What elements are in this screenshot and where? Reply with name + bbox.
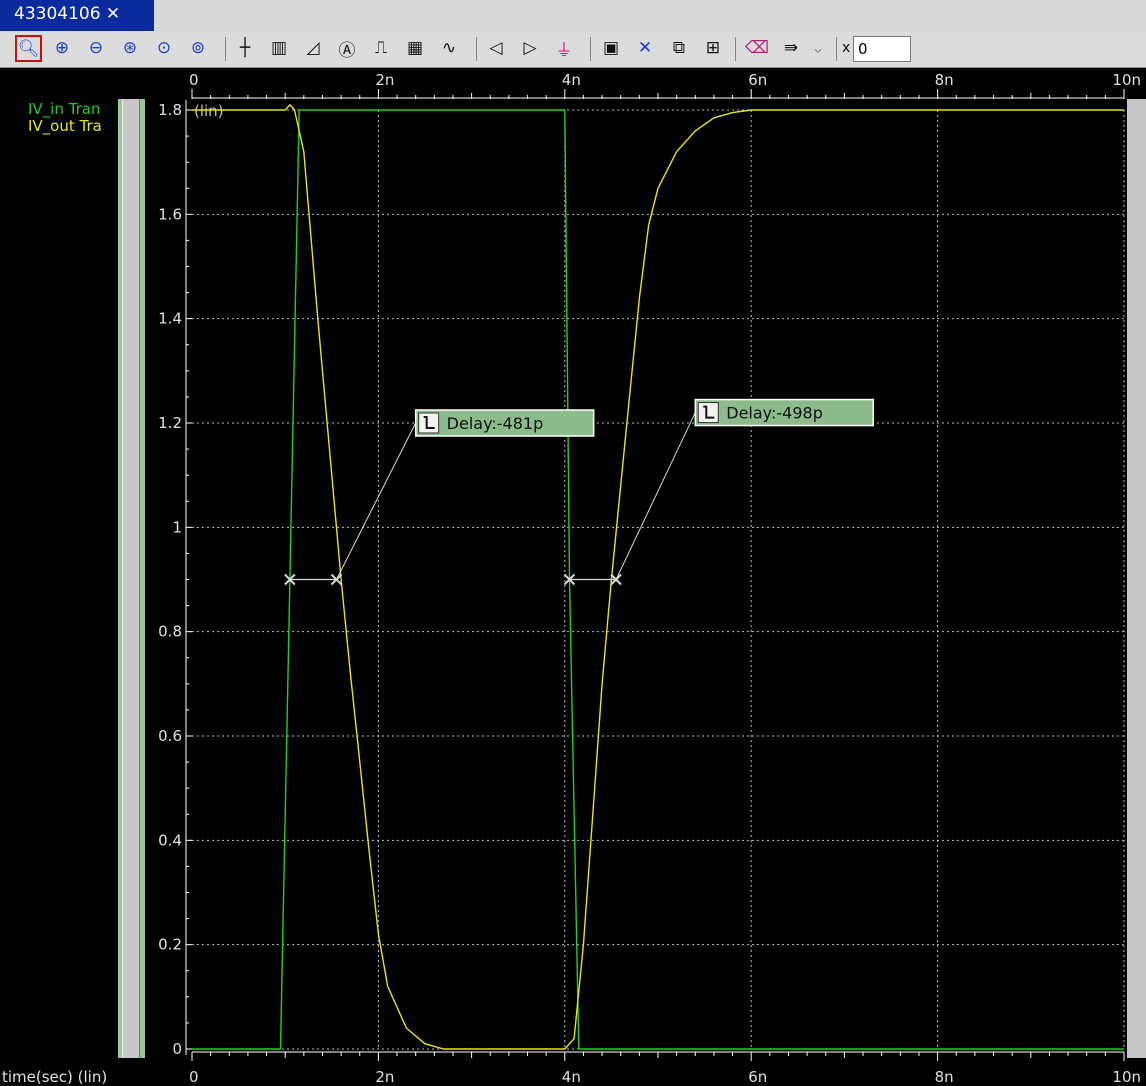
tab-waveform[interactable]: 43304106 ✕: [0, 0, 154, 31]
measurement-leader-line: [615, 412, 696, 580]
previous-edge-icon[interactable]: ◁: [482, 34, 510, 62]
y-tick-label: 0.4: [158, 831, 182, 849]
y-tick-label: 1.8: [158, 101, 182, 119]
label-icon[interactable]: Ⓐ: [333, 34, 361, 62]
next-edge-icon[interactable]: ▷: [516, 34, 544, 62]
bottom-x-tick-label: 8n: [935, 1068, 954, 1086]
measurement-tag-icon: [697, 402, 719, 424]
bus-icon[interactable]: ▥: [265, 34, 293, 62]
zoom-in-icon[interactable]: ⊕: [48, 34, 76, 62]
delete-icon[interactable]: ✕: [631, 34, 659, 62]
toolbar-separator: [735, 37, 736, 61]
x-label: x: [842, 40, 851, 56]
series-line-iv-out[interactable]: [192, 104, 1124, 1050]
x-axis-label: time(sec) (lin): [2, 1068, 107, 1086]
waveform-plot[interactable]: 0 0.2 0.4 0.6 0.8 1 1.2 1.4 1.6 1.8 (lin) 0 2n 4n 6n 8n…: [0, 68, 1146, 1086]
bottom-x-tick-label: 0: [189, 1068, 199, 1086]
zoom-box-icon[interactable]: 🔍︎: [15, 35, 42, 62]
dropdown-icon[interactable]: ⌄: [809, 34, 827, 62]
pulse-icon[interactable]: ⎍: [367, 34, 395, 62]
y-tick-label: 1: [172, 518, 182, 536]
grid-icon[interactable]: ▦: [401, 34, 429, 62]
toolbar: 🔍︎ ⊕ ⊖ ⊛ ⊙ ⊚ ┼ ▥ ◿ Ⓐ ⎍ ▦ ∿ ◁ ▷ ⏚ ▣ ✕ ⧉ ⊞ ⌫ ⇛ ⌄: [0, 31, 1146, 68]
y-tick-label: 1.6: [158, 205, 182, 223]
eraser-icon[interactable]: ⌫: [743, 34, 771, 62]
zoom-fit-icon[interactable]: ⊛: [116, 34, 144, 62]
measurement-label: Delay:-498p: [726, 404, 823, 423]
toolbar-separator: [476, 37, 477, 61]
tab-bar: 43304106 ✕: [0, 0, 1146, 31]
zoom-next-icon[interactable]: ⊚: [184, 34, 212, 62]
top-x-tick-label: 4n: [562, 71, 581, 89]
y-tick-label: 0.8: [158, 623, 182, 641]
bottom-x-tick-label: 2n: [375, 1068, 394, 1086]
y-tick-label: 1.2: [158, 414, 182, 432]
bottom-x-tick-label: 10n: [1112, 1068, 1141, 1086]
top-x-tick-label: 8n: [935, 71, 954, 89]
measurement-tag-icon: [418, 412, 440, 434]
waveform-icon[interactable]: ∿: [435, 34, 463, 62]
crosshair-icon[interactable]: ┼: [231, 34, 259, 62]
y-tick-label: 1.4: [158, 310, 182, 328]
export-icon[interactable]: ⇛: [777, 34, 805, 62]
group-icon[interactable]: ⧉: [665, 34, 693, 62]
toolbar-separator: [836, 37, 837, 61]
y-tick-label: 0.2: [158, 936, 182, 954]
top-x-tick-label: 0: [189, 71, 199, 89]
y-unit-label: (lin): [194, 102, 224, 120]
y-tick-label: 0: [172, 1040, 182, 1058]
panel-icon[interactable]: ▣: [597, 34, 625, 62]
bottom-x-tick-label: 6n: [748, 1068, 767, 1086]
x-position-input[interactable]: [853, 36, 911, 62]
edge-marker-icon[interactable]: ⏚: [550, 34, 578, 62]
zoom-out-icon[interactable]: ⊖: [82, 34, 110, 62]
top-x-tick-label: 10n: [1112, 71, 1141, 89]
bottom-x-tick-label: 4n: [562, 1068, 581, 1086]
y-tick-label: 0.6: [158, 727, 182, 745]
toolbar-separator: [225, 37, 226, 61]
measurement-leader-line: [336, 422, 417, 580]
zoom-previous-icon[interactable]: ⊙: [150, 34, 178, 62]
ungroup-icon[interactable]: ⊞: [699, 34, 727, 62]
toolbar-separator: [590, 37, 591, 61]
measure-icon[interactable]: ◿: [299, 34, 327, 62]
measurement-label: Delay:-481p: [447, 414, 544, 433]
top-x-tick-label: 2n: [375, 71, 394, 89]
top-x-tick-label: 6n: [748, 71, 767, 89]
